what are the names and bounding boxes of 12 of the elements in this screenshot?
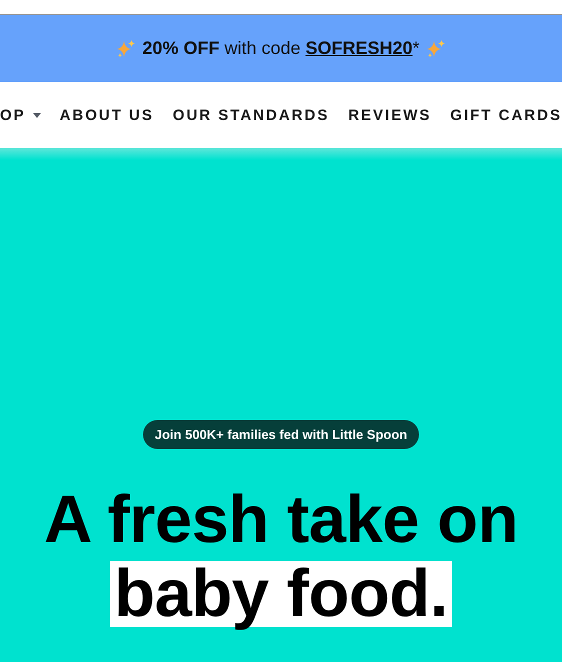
sparkle-icon <box>426 38 446 58</box>
nav-link[interactable]: GIFT CARDS <box>450 106 562 124</box>
promo-code-link[interactable]: SOFRESH20 <box>306 38 413 58</box>
nav-link[interactable]: OP <box>0 106 41 124</box>
nav-link[interactable]: OUR STANDARDS <box>172 106 330 124</box>
promo-text: 20% OFF with code SOFRESH20* <box>142 38 420 59</box>
nav-link[interactable]: ABOUT US <box>60 106 154 124</box>
caret-icon <box>32 112 41 118</box>
nav-link[interactable]: REVIEWS <box>348 106 432 124</box>
sparkle-icon <box>116 38 136 58</box>
hero-badge: Join 500K+ families fed with Little Spoon <box>142 420 420 449</box>
headline: A fresh take on <box>42 483 520 557</box>
